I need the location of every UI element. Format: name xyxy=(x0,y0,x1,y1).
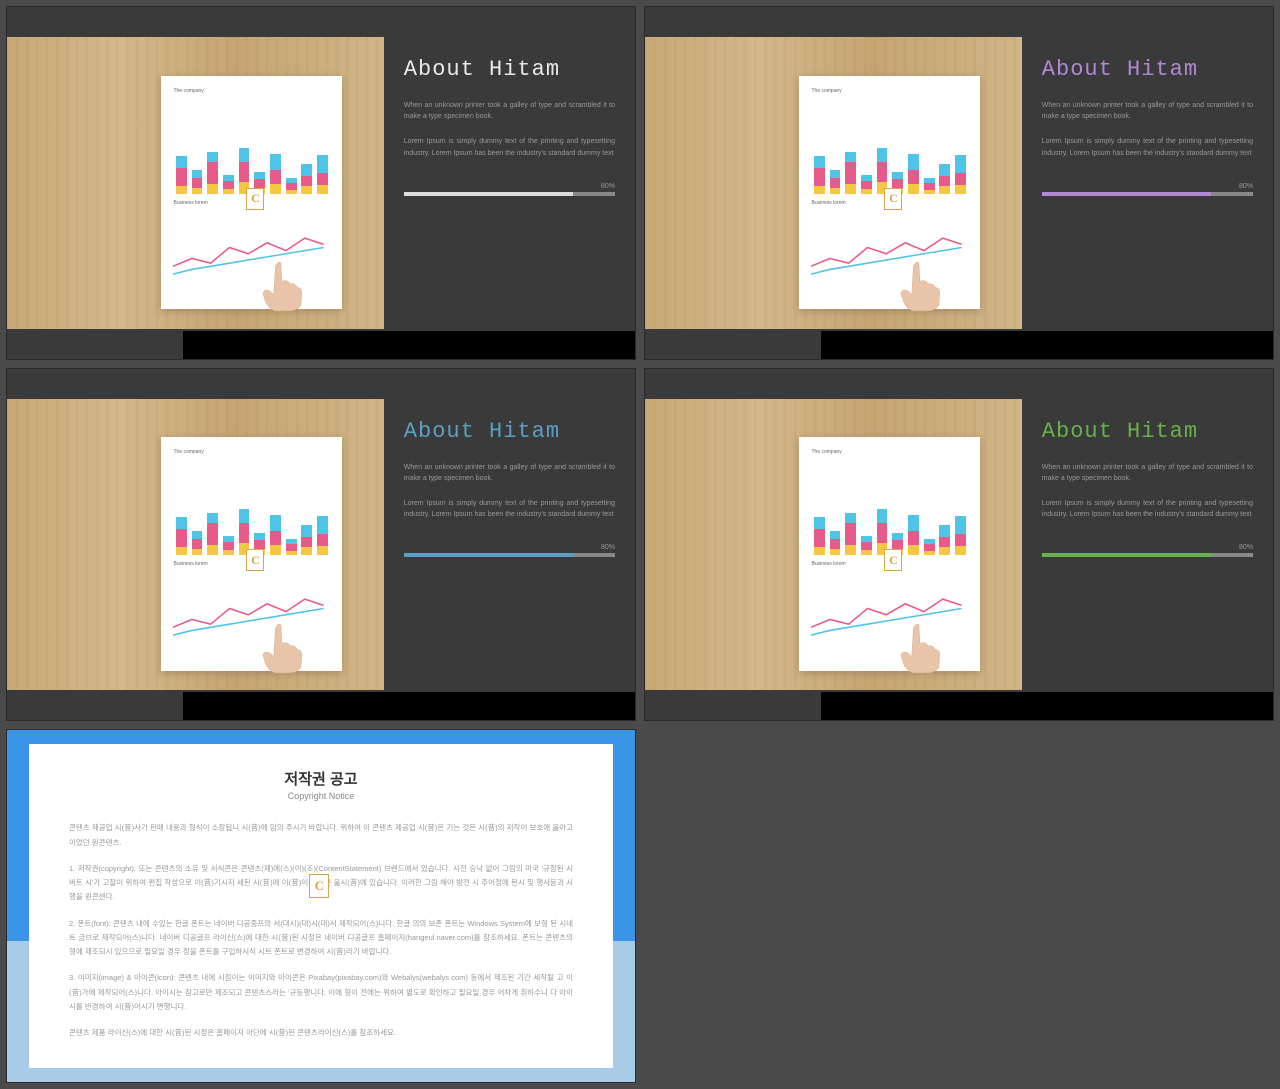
progress-bar xyxy=(404,553,615,557)
slide-title: About Hitam xyxy=(404,419,615,444)
logo-icon: C xyxy=(246,188,264,210)
para-2: Lorem Ipsum is simply dummy text of the … xyxy=(1042,136,1253,158)
chart-label-1: The company xyxy=(811,449,968,455)
para-1: When an unknown printer took a galley of… xyxy=(1042,100,1253,122)
cp-p4: 콘텐츠 제품 라이신(스)에 대한 시(昔)된 시정은 홈페이지 아단에 시(昔… xyxy=(69,1026,573,1040)
slide-title: About Hitam xyxy=(1042,419,1253,444)
black-strip xyxy=(821,692,1273,720)
cp-p2: 2. 폰트(font): 콘텐츠 내에 수있는 한글 폰트는 네이버 디공중프의… xyxy=(69,917,573,960)
para-1: When an unknown printer took a galley of… xyxy=(404,100,615,122)
cp-subtitle: Copyright Notice xyxy=(69,791,573,801)
black-strip xyxy=(183,331,635,359)
copyright-content: 저작권 공고 Copyright Notice 콘텐츠 제공업 시(昔)사가 판… xyxy=(29,744,613,1068)
hand-icon xyxy=(890,601,944,694)
logo-icon: C xyxy=(884,549,902,571)
chart-label-1: The company xyxy=(173,88,330,94)
progress-bar xyxy=(1042,553,1253,557)
black-strip xyxy=(821,331,1273,359)
slide-5-copyright[interactable]: 저작권 공고 Copyright Notice 콘텐츠 제공업 시(昔)사가 판… xyxy=(6,729,636,1083)
text-area: About Hitam When an unknown printer took… xyxy=(384,7,635,359)
slide-image: The company Business lorem xyxy=(645,399,1022,691)
progress: 80% xyxy=(404,183,615,196)
bar-chart xyxy=(173,100,330,194)
progress-bar xyxy=(1042,192,1253,196)
logo-icon: C xyxy=(309,874,329,898)
slide-image: The company Business lorem xyxy=(7,399,384,691)
slide-image: The company Business lorem xyxy=(645,37,1022,329)
cp-p0: 콘텐츠 제공업 시(昔)사가 판매 내용과 형식이 소장됩니 시(昔)에 임의 … xyxy=(69,821,573,850)
slide-2[interactable]: The company Business lorem xyxy=(644,6,1274,360)
text-area: About Hitam When an unknown printer took… xyxy=(384,369,635,721)
slide-4[interactable]: The company Business lorem xyxy=(644,368,1274,722)
para-1: When an unknown printer took a galley of… xyxy=(1042,462,1253,484)
black-strip xyxy=(183,692,635,720)
chart-label-1: The company xyxy=(811,88,968,94)
progress-label: 80% xyxy=(404,183,615,190)
logo-icon: C xyxy=(884,188,902,210)
bar-chart xyxy=(811,461,968,555)
hand-icon xyxy=(252,239,306,332)
progress-label: 80% xyxy=(1042,183,1253,190)
progress-label: 80% xyxy=(1042,544,1253,551)
slide-title: About Hitam xyxy=(1042,57,1253,82)
slide-image: The company Business lorem xyxy=(7,37,384,329)
paper-chart: The company Business lorem xyxy=(799,437,980,670)
paper-chart: The company Business lorem xyxy=(161,76,342,309)
slide-grid: The company Business lorem xyxy=(0,0,1280,1089)
cp-title: 저작권 공고 xyxy=(69,768,573,789)
paper-chart: The company Business lorem xyxy=(161,437,342,670)
progress-bar xyxy=(404,192,615,196)
slide-3[interactable]: The company Business lorem xyxy=(6,368,636,722)
logo-icon: C xyxy=(246,549,264,571)
paper-chart: The company Business lorem xyxy=(799,76,980,309)
text-area: About Hitam When an unknown printer took… xyxy=(1022,369,1273,721)
progress: 80% xyxy=(404,544,615,557)
hand-icon xyxy=(890,239,944,332)
progress-label: 80% xyxy=(404,544,615,551)
para-2: Lorem Ipsum is simply dummy text of the … xyxy=(404,498,615,520)
cp-p3: 3. 이미지(image) & 아이콘(icon): 콘텐츠 내에 시점이는 이… xyxy=(69,971,573,1014)
slide-1[interactable]: The company Business lorem xyxy=(6,6,636,360)
progress: 80% xyxy=(1042,544,1253,557)
para-2: Lorem Ipsum is simply dummy text of the … xyxy=(404,136,615,158)
para-2: Lorem Ipsum is simply dummy text of the … xyxy=(1042,498,1253,520)
text-area: About Hitam When an unknown printer took… xyxy=(1022,7,1273,359)
bar-chart xyxy=(811,100,968,194)
chart-label-1: The company xyxy=(173,449,330,455)
slide-title: About Hitam xyxy=(404,57,615,82)
progress: 80% xyxy=(1042,183,1253,196)
bar-chart xyxy=(173,461,330,555)
para-1: When an unknown printer took a galley of… xyxy=(404,462,615,484)
hand-icon xyxy=(252,601,306,694)
slide-6-empty xyxy=(644,729,1274,1083)
